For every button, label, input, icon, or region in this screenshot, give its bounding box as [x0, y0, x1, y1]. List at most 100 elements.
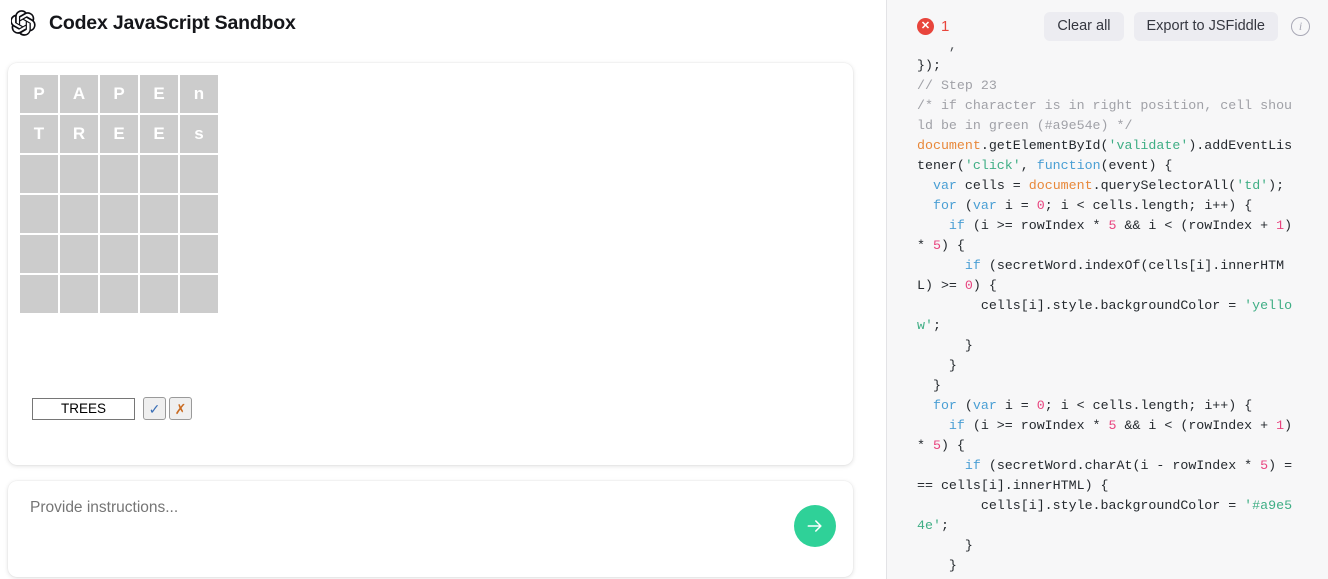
code-token: if	[949, 418, 965, 433]
wordle-cell[interactable]	[20, 195, 58, 233]
wordle-cell[interactable]	[60, 235, 98, 273]
wordle-cell[interactable]	[140, 275, 178, 313]
code-token: 0	[1037, 198, 1045, 213]
wordle-cell[interactable]: E	[100, 115, 138, 153]
check-icon: ✓	[149, 402, 161, 416]
wordle-cell[interactable]	[180, 155, 218, 193]
wordle-cell[interactable]: E	[140, 115, 178, 153]
code-token: for	[933, 198, 957, 213]
code-token: if	[949, 218, 965, 233]
code-token: cells =	[957, 178, 1029, 193]
code-token: && i < (rowIndex +	[1117, 418, 1277, 433]
reject-button[interactable]: ✗	[169, 397, 192, 420]
wordle-cell[interactable]	[180, 275, 218, 313]
code-token: });	[917, 58, 941, 73]
code-token: /* if character is in right position, ce…	[917, 98, 1292, 133]
code-token: // Step 23	[917, 78, 997, 93]
wordle-cell[interactable]: R	[60, 115, 98, 153]
app-root: Codex JavaScript Sandbox PAPEnTREEs ✓ ✗	[0, 0, 1328, 579]
console-pane: , }); // Step 23 /* if character is in r…	[887, 0, 1328, 579]
clear-all-button[interactable]: Clear all	[1044, 12, 1123, 41]
wordle-cell[interactable]	[140, 155, 178, 193]
code-token: var	[933, 178, 957, 193]
console-toolbar: ✕ 1 Clear all Export to JSFiddle i	[887, 0, 1328, 52]
left-pane: Codex JavaScript Sandbox PAPEnTREEs ✓ ✗	[0, 0, 887, 579]
code-token: && i < (rowIndex +	[1117, 218, 1277, 233]
code-token: 'validate'	[1109, 138, 1189, 153]
wordle-cell[interactable]	[140, 195, 178, 233]
wordle-cell[interactable]	[20, 155, 58, 193]
wordle-row	[20, 195, 218, 233]
arrow-right-icon	[805, 516, 825, 536]
wordle-grid: PAPEnTREEs	[18, 73, 220, 315]
wordle-cell[interactable]	[100, 275, 138, 313]
wordle-cell[interactable]	[140, 235, 178, 273]
code-token: .getElementById(	[981, 138, 1109, 153]
code-token: var	[973, 398, 997, 413]
code-token: .querySelectorAll(	[1093, 178, 1237, 193]
wordle-cell[interactable]	[180, 195, 218, 233]
code-token: (	[957, 198, 973, 213]
code-token: i =	[997, 198, 1037, 213]
code-token: 0	[965, 278, 973, 293]
code-token: 5	[1260, 458, 1268, 473]
cross-icon: ✗	[175, 402, 187, 416]
wordle-row: PAPEn	[20, 75, 218, 113]
error-circle-x-icon: ✕	[917, 18, 934, 35]
code-token: (secretWord.charAt(i - rowIndex *	[981, 458, 1260, 473]
wordle-cell[interactable]: s	[180, 115, 218, 153]
code-token: ,	[1021, 158, 1037, 173]
info-circle-icon[interactable]: i	[1291, 17, 1310, 36]
wordle-cell[interactable]: P	[20, 75, 58, 113]
wordle-cell[interactable]	[20, 235, 58, 273]
app-header: Codex JavaScript Sandbox	[0, 0, 886, 46]
wordle-cell[interactable]	[60, 195, 98, 233]
error-count: 1	[941, 18, 949, 35]
code-token: if	[965, 458, 981, 473]
wordle-cell[interactable]	[60, 155, 98, 193]
wordle-cell[interactable]	[100, 235, 138, 273]
code-output: , }); // Step 23 /* if character is in r…	[887, 0, 1328, 579]
wordle-cell[interactable]: T	[20, 115, 58, 153]
wordle-cell[interactable]	[20, 275, 58, 313]
code-token: 5	[933, 438, 941, 453]
send-instruction-button[interactable]	[794, 505, 836, 547]
wordle-cell[interactable]	[180, 235, 218, 273]
code-token: 5	[1109, 418, 1117, 433]
code-token: document	[1029, 178, 1093, 193]
wordle-row	[20, 275, 218, 313]
export-to-jsfiddle-button[interactable]: Export to JSFiddle	[1134, 12, 1278, 41]
wordle-row	[20, 155, 218, 193]
wordle-cell[interactable]	[100, 155, 138, 193]
wordle-cell[interactable]: E	[140, 75, 178, 113]
code-token: 0	[1037, 398, 1045, 413]
wordle-cell[interactable]	[60, 275, 98, 313]
wordle-cell[interactable]: A	[60, 75, 98, 113]
wordle-cell[interactable]: n	[180, 75, 218, 113]
code-token: 'td'	[1236, 178, 1268, 193]
code-token: document	[917, 138, 981, 153]
error-status-badge: ✕ 1	[917, 18, 949, 35]
sandbox-preview-card: PAPEnTREEs ✓ ✗	[8, 63, 853, 465]
code-token: if	[965, 258, 981, 273]
guess-controls-row: ✓ ✗	[32, 397, 192, 420]
code-token: var	[973, 198, 997, 213]
code-token: 1	[1276, 218, 1284, 233]
wordle-cell[interactable]: P	[100, 75, 138, 113]
code-token: 5	[1109, 218, 1117, 233]
guess-input[interactable]	[32, 398, 135, 420]
openai-logo-icon	[10, 9, 38, 37]
code-token: function	[1037, 158, 1101, 173]
code-token: 5	[933, 238, 941, 253]
validate-button[interactable]: ✓	[143, 397, 166, 420]
app-title: Codex JavaScript Sandbox	[49, 12, 296, 35]
instruction-input[interactable]	[28, 497, 788, 559]
code-token: for	[933, 398, 957, 413]
code-token: i =	[997, 398, 1037, 413]
wordle-row: TREEs	[20, 115, 218, 153]
wordle-cell[interactable]	[100, 195, 138, 233]
wordle-grid-wrapper: PAPEnTREEs	[18, 73, 220, 315]
wordle-row	[20, 235, 218, 273]
code-token: (	[957, 398, 973, 413]
code-token: (i >= rowIndex *	[965, 418, 1109, 433]
